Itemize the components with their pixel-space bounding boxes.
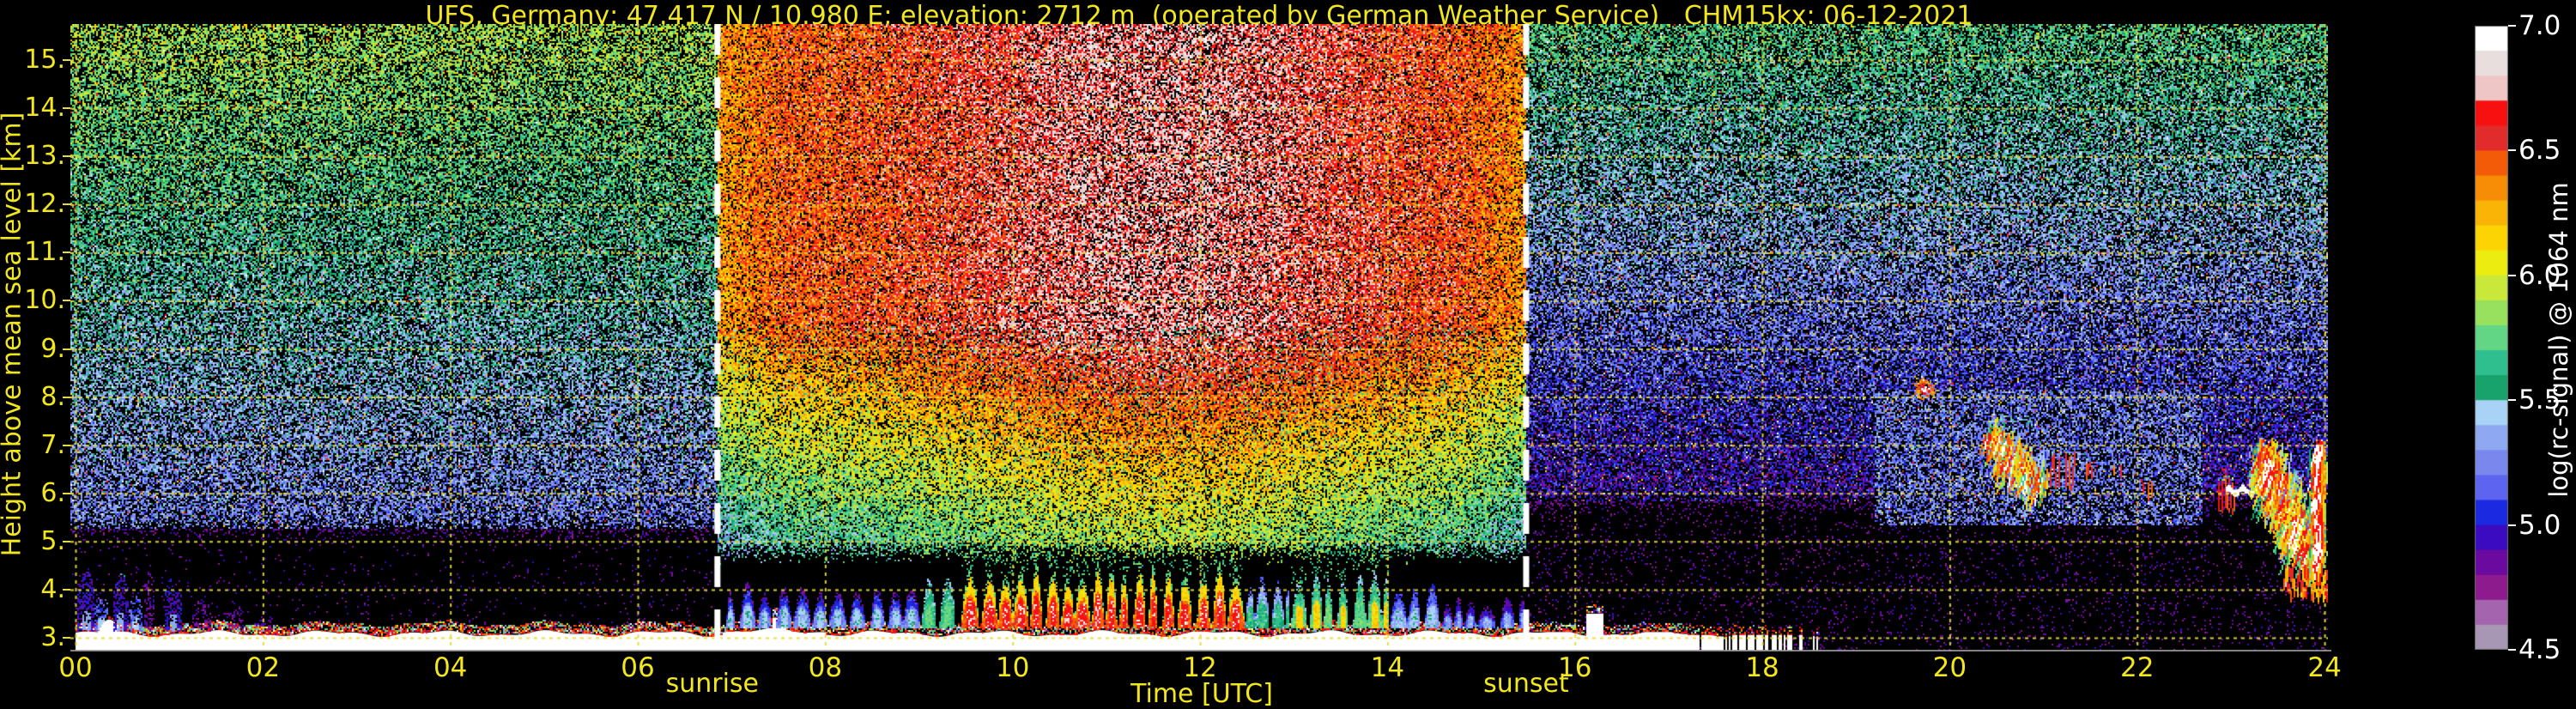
colorbar-tick-mark: [2508, 25, 2516, 27]
y-tick-mark: [63, 493, 70, 494]
y-tick-label: 9.: [3, 334, 65, 365]
sunset-label: sunset: [1440, 669, 1612, 699]
y-tick-mark: [63, 59, 70, 61]
y-tick-mark: [63, 589, 70, 591]
colorbar-label: log(rc-signal) @ 1064 nm: [2544, 125, 2573, 554]
y-tick-mark: [63, 107, 70, 109]
y-tick-label: 15.: [3, 45, 65, 76]
y-tick-label: 6.: [3, 478, 65, 509]
y-tick-mark: [63, 541, 70, 542]
colorbar-tick-mark: [2508, 399, 2516, 401]
y-tick-mark: [63, 155, 70, 157]
x-tick-label: 18: [1724, 652, 1801, 683]
colorbar-tick-mark: [2508, 275, 2516, 276]
x-tick-label: 22: [2099, 652, 2176, 683]
y-tick-label: 12.: [3, 189, 65, 220]
colorbar-tick-mark: [2508, 649, 2516, 651]
ceilometer-quicklook-page: { "title": "UFS, Germany; 47.417 N / 10.…: [0, 0, 2576, 707]
y-tick-label: 3.: [3, 622, 65, 653]
y-tick-label: 4.: [3, 574, 65, 605]
y-tick-mark: [63, 251, 70, 253]
y-tick-mark: [63, 203, 70, 205]
x-tick-label: 02: [224, 652, 301, 683]
sunrise-label: sunrise: [627, 669, 798, 699]
x-tick-label: 24: [2286, 652, 2363, 683]
colorbar-tick-label: 7.0: [2518, 11, 2561, 40]
y-tick-mark: [63, 637, 70, 639]
y-tick-label: 8.: [3, 382, 65, 413]
y-tick-label: 11.: [3, 237, 65, 268]
y-tick-mark: [63, 300, 70, 301]
y-tick-mark: [63, 348, 70, 350]
x-axis-label: Time [UTC]: [1073, 679, 1330, 709]
y-tick-mark: [63, 445, 70, 446]
colorbar-tick-mark: [2508, 149, 2516, 151]
x-axis-spine: [70, 650, 2331, 651]
colorbar-tick-label: 4.5: [2518, 635, 2561, 664]
heatmap-canvas: [70, 24, 2328, 651]
x-tick-label: 00: [37, 652, 114, 683]
x-tick-label: 10: [974, 652, 1052, 683]
y-tick-mark: [63, 397, 70, 398]
y-tick-label: 7.: [3, 430, 65, 461]
x-tick-label: 08: [786, 652, 864, 683]
x-tick-label: 04: [412, 652, 489, 683]
colorbar-tick-mark: [2508, 524, 2516, 526]
y-tick-label: 14.: [3, 93, 65, 124]
y-tick-label: 13.: [3, 141, 65, 172]
x-tick-label: 14: [1349, 652, 1426, 683]
colorbar-canvas: [2475, 26, 2508, 650]
y-tick-label: 10.: [3, 285, 65, 316]
y-tick-label: 5.: [3, 526, 65, 557]
x-tick-label: 20: [1911, 652, 1988, 683]
